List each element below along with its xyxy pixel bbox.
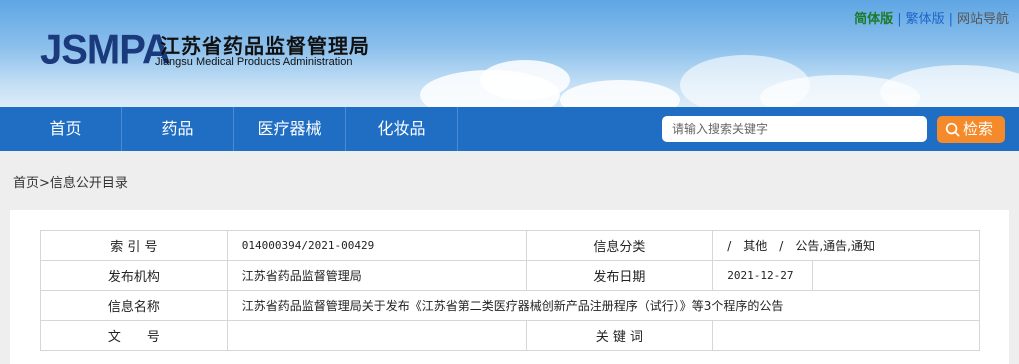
content-panel: 索 引 号 014000394/2021-00429 信息分类 / 其他 / 公…	[10, 210, 1009, 364]
table-row: 发布机构 江苏省药品监督管理局 发布日期 2021-12-27	[40, 260, 980, 291]
index-number-label: 索 引 号	[40, 230, 228, 261]
keywords-label: 关 键 词	[525, 320, 714, 351]
category-label: 信息分类	[525, 230, 714, 261]
nav-item-drugs[interactable]: 药品	[122, 107, 234, 151]
nav-item-cosmetics[interactable]: 化妆品	[346, 107, 458, 151]
site-map-link[interactable]: 网站导航	[957, 12, 1009, 27]
empty-cell	[812, 260, 980, 291]
info-table: 索 引 号 014000394/2021-00429 信息分类 / 其他 / 公…	[40, 230, 981, 351]
search-button-label: 检索	[963, 120, 994, 138]
category-value: / 其他 / 公告,通告,通知	[712, 230, 980, 261]
breadcrumb-separator: >	[39, 176, 50, 191]
header-cloud	[560, 80, 680, 107]
document-number-value	[226, 320, 527, 351]
site-name-cn: 江苏省药品监督管理局	[160, 34, 370, 58]
keywords-value	[712, 320, 980, 351]
info-name-label: 信息名称	[40, 290, 228, 321]
site-header: JSMPA 江苏省药品监督管理局 Jiangsu Medical Product…	[0, 0, 1019, 107]
search-icon	[945, 122, 960, 137]
link-separator: |	[897, 12, 902, 27]
search-input[interactable]	[662, 116, 927, 142]
info-name-value: 江苏省药品监督管理局关于发布《江苏省第二类医疗器械创新产品注册程序（试行）》等3…	[226, 290, 981, 321]
publish-date-value: 2021-12-27	[712, 260, 814, 291]
publisher-value: 江苏省药品监督管理局	[226, 260, 527, 291]
nav-item-medical-devices[interactable]: 医疗器械	[234, 107, 346, 151]
table-row: 信息名称 江苏省药品监督管理局关于发布《江苏省第二类医疗器械创新产品注册程序（试…	[40, 290, 981, 321]
main-nav: 首页 药品 医疗器械 化妆品 检索	[0, 107, 1019, 151]
table-row: 索 引 号 014000394/2021-00429 信息分类 / 其他 / 公…	[40, 230, 980, 261]
breadcrumb: 首页>信息公开目录	[13, 172, 128, 191]
publish-date-label: 发布日期	[525, 260, 714, 291]
table-row: 文 号 关 键 词	[40, 320, 980, 351]
traditional-chinese-link[interactable]: 繁体版	[906, 12, 945, 27]
nav-item-home[interactable]: 首页	[10, 107, 122, 151]
search-button[interactable]: 检索	[937, 116, 1005, 143]
link-separator: |	[948, 12, 953, 27]
site-logo[interactable]: JSMPA	[40, 27, 171, 74]
header-cloud	[480, 60, 570, 100]
publisher-label: 发布机构	[40, 260, 228, 291]
simplified-chinese-link[interactable]: 简体版	[854, 12, 893, 27]
site-name-en: Jiangsu Medical Products Administration	[155, 56, 353, 68]
breadcrumb-current[interactable]: 信息公开目录	[50, 176, 128, 191]
document-number-label: 文 号	[40, 320, 228, 351]
breadcrumb-home[interactable]: 首页	[13, 176, 39, 191]
index-number-value: 014000394/2021-00429	[226, 230, 527, 261]
header-cloud	[880, 65, 1019, 107]
top-links: 简体版 | 繁体版 | 网站导航	[854, 8, 1009, 27]
